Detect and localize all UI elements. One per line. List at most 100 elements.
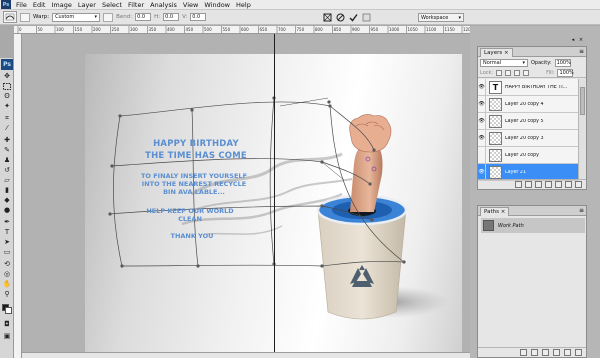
fill-field[interactable]: 100% (557, 68, 574, 77)
delete-path-icon[interactable] (575, 349, 582, 356)
layer-style-icon[interactable] (525, 181, 532, 188)
layers-scrollbar[interactable] (578, 79, 586, 179)
path-selection-tool-icon[interactable]: ➤ (2, 238, 12, 246)
menu-item-analysis[interactable]: Analysis (147, 0, 180, 10)
layer-row[interactable]: 👁 Layer 20 copy 5 (478, 113, 578, 130)
make-work-path-icon[interactable] (553, 349, 560, 356)
menu-item-select[interactable]: Select (99, 0, 125, 10)
type-tool-icon[interactable]: T (2, 228, 12, 236)
marquee-tool-icon[interactable] (2, 82, 12, 90)
history-brush-tool-icon[interactable]: ↺ (2, 166, 12, 174)
dodge-tool-icon[interactable]: ● (2, 206, 12, 214)
pen-tool-icon[interactable]: ✒ (2, 218, 12, 226)
zoom-tool-icon[interactable]: ⚲ (2, 290, 12, 298)
menu-item-layer[interactable]: Layer (75, 0, 99, 10)
background-color-swatch[interactable] (5, 307, 12, 314)
collapse-panel-icon[interactable]: ◂ (570, 37, 576, 43)
path-item-work-path[interactable]: Work Path (481, 218, 585, 233)
adjustment-layer-icon[interactable] (545, 181, 552, 188)
shape-tool-icon[interactable]: ▭ (2, 248, 12, 256)
opacity-field[interactable]: 100% (554, 58, 571, 67)
healing-brush-tool-icon[interactable]: ✚ (2, 136, 12, 144)
layer-row[interactable]: 👁 T HAPPY BIRTHDAY THE TI... (478, 79, 578, 96)
heading-text[interactable]: HAPPY BIRTHDAY THE TIME HAS COME (126, 138, 266, 162)
eye-icon[interactable]: 👁 (478, 130, 486, 146)
change-warp-orientation-button[interactable] (103, 12, 114, 22)
hand-tool-icon[interactable]: ✋ (2, 280, 12, 288)
layer-row[interactable]: 👁 Layer 20 copy 3 (478, 130, 578, 147)
eyedropper-tool-icon[interactable]: ⁄ (2, 124, 12, 132)
eye-icon[interactable]: 👁 (478, 113, 486, 129)
quick-mask-icon[interactable]: ◘ (2, 320, 12, 328)
body-text[interactable]: TO FINALY INSERT YOURSELF INTO THE NEARE… (118, 172, 270, 196)
gradient-tool-icon[interactable]: ▮ (2, 186, 12, 194)
tab-layers[interactable]: Layers × (480, 47, 513, 57)
new-group-icon[interactable] (555, 181, 562, 188)
layer-row[interactable]: 👁 Layer 20 copy 4 (478, 96, 578, 113)
thanks-text[interactable]: THANK YOU (162, 232, 222, 240)
stroke-path-icon[interactable] (531, 349, 538, 356)
h-distortion-field[interactable]: 0.0 (163, 13, 180, 21)
layer-name: Layer 20 copy 4 (505, 101, 544, 107)
eraser-tool-icon[interactable]: ▱ (2, 176, 12, 184)
menu-item-edit[interactable]: Edit (30, 0, 49, 10)
warp-orientation-button[interactable] (20, 12, 30, 22)
menu-item-filter[interactable]: Filter (125, 0, 147, 10)
eye-icon[interactable]: 👁 (478, 96, 486, 112)
panel-menu-icon[interactable]: ≡ (579, 48, 584, 55)
eye-icon[interactable]: 👁 (478, 79, 486, 95)
delete-layer-icon[interactable] (575, 181, 582, 188)
lock-transparent-icon[interactable] (496, 69, 503, 76)
ruler-tick-label: 200 (93, 27, 101, 32)
close-panel-icon[interactable]: × (578, 37, 584, 43)
eye-icon[interactable] (478, 147, 486, 163)
layers-scrollbar-thumb[interactable] (580, 87, 585, 115)
lock-pixels-icon[interactable] (505, 69, 512, 76)
layer-row[interactable]: Layer 20 copy (478, 147, 578, 164)
vertical-guide[interactable] (274, 34, 275, 358)
screen-mode-icon[interactable]: ▣ (2, 332, 12, 340)
blend-mode-select[interactable]: Normal ▾ (480, 58, 528, 67)
warp-style-select[interactable]: Custom ▾ (52, 12, 101, 22)
v-distortion-field[interactable]: 0.0 (190, 13, 207, 21)
commit-transform-icon[interactable] (348, 12, 358, 22)
menu-item-window[interactable]: Window (201, 0, 233, 10)
panel-menu-icon[interactable]: ≡ (579, 207, 584, 214)
move-tool-icon[interactable]: ✥ (2, 72, 12, 80)
close-icon[interactable]: × (501, 209, 506, 215)
cancel-transform-icon[interactable] (335, 12, 345, 22)
magic-wand-tool-icon[interactable]: ✦ (2, 102, 12, 110)
workspace-switcher[interactable]: Workspace ▾ (418, 13, 464, 22)
new-layer-icon[interactable] (565, 181, 572, 188)
load-selection-icon[interactable] (542, 349, 549, 356)
menu-item-help[interactable]: Help (233, 0, 254, 10)
brushes-panel-icon[interactable] (361, 12, 371, 22)
eye-icon[interactable]: 👁 (478, 164, 486, 180)
warp-tool-icon[interactable] (3, 11, 17, 23)
layer-thumbnail (489, 97, 502, 111)
menu-item-image[interactable]: Image (48, 0, 74, 10)
3d-rotate-tool-icon[interactable]: ⟲ (2, 260, 12, 268)
toggle-warp-icon[interactable] (322, 12, 332, 22)
3d-orbit-tool-icon[interactable]: ◎ (2, 270, 12, 278)
canvas-horizontal-scrollbar[interactable] (22, 352, 470, 358)
menu-item-file[interactable]: File (13, 0, 30, 10)
crop-tool-icon[interactable]: ⌗ (2, 114, 12, 122)
close-icon[interactable]: × (504, 50, 509, 56)
blur-tool-icon[interactable]: ◆ (2, 196, 12, 204)
link-layers-icon[interactable] (515, 181, 522, 188)
document-canvas-area[interactable]: HAPPY BIRTHDAY THE TIME HAS COME TO FINA… (22, 34, 470, 358)
brush-tool-icon[interactable]: ✎ (2, 146, 12, 154)
menu-item-view[interactable]: View (180, 0, 201, 10)
fill-path-icon[interactable] (520, 349, 527, 356)
h-label: H: (154, 14, 161, 20)
help-text[interactable]: HELP KEEP OUR WORLD CLEAN (130, 207, 250, 223)
tab-paths[interactable]: Paths × (480, 206, 510, 216)
clone-stamp-tool-icon[interactable]: ♟ (2, 156, 12, 164)
new-path-icon[interactable] (564, 349, 571, 356)
lasso-tool-icon[interactable]: ʘ (2, 92, 12, 100)
add-mask-icon[interactable] (535, 181, 542, 188)
lock-all-icon[interactable] (523, 69, 530, 76)
lock-position-icon[interactable] (514, 69, 521, 76)
bend-field[interactable]: 0.0 (135, 13, 152, 21)
